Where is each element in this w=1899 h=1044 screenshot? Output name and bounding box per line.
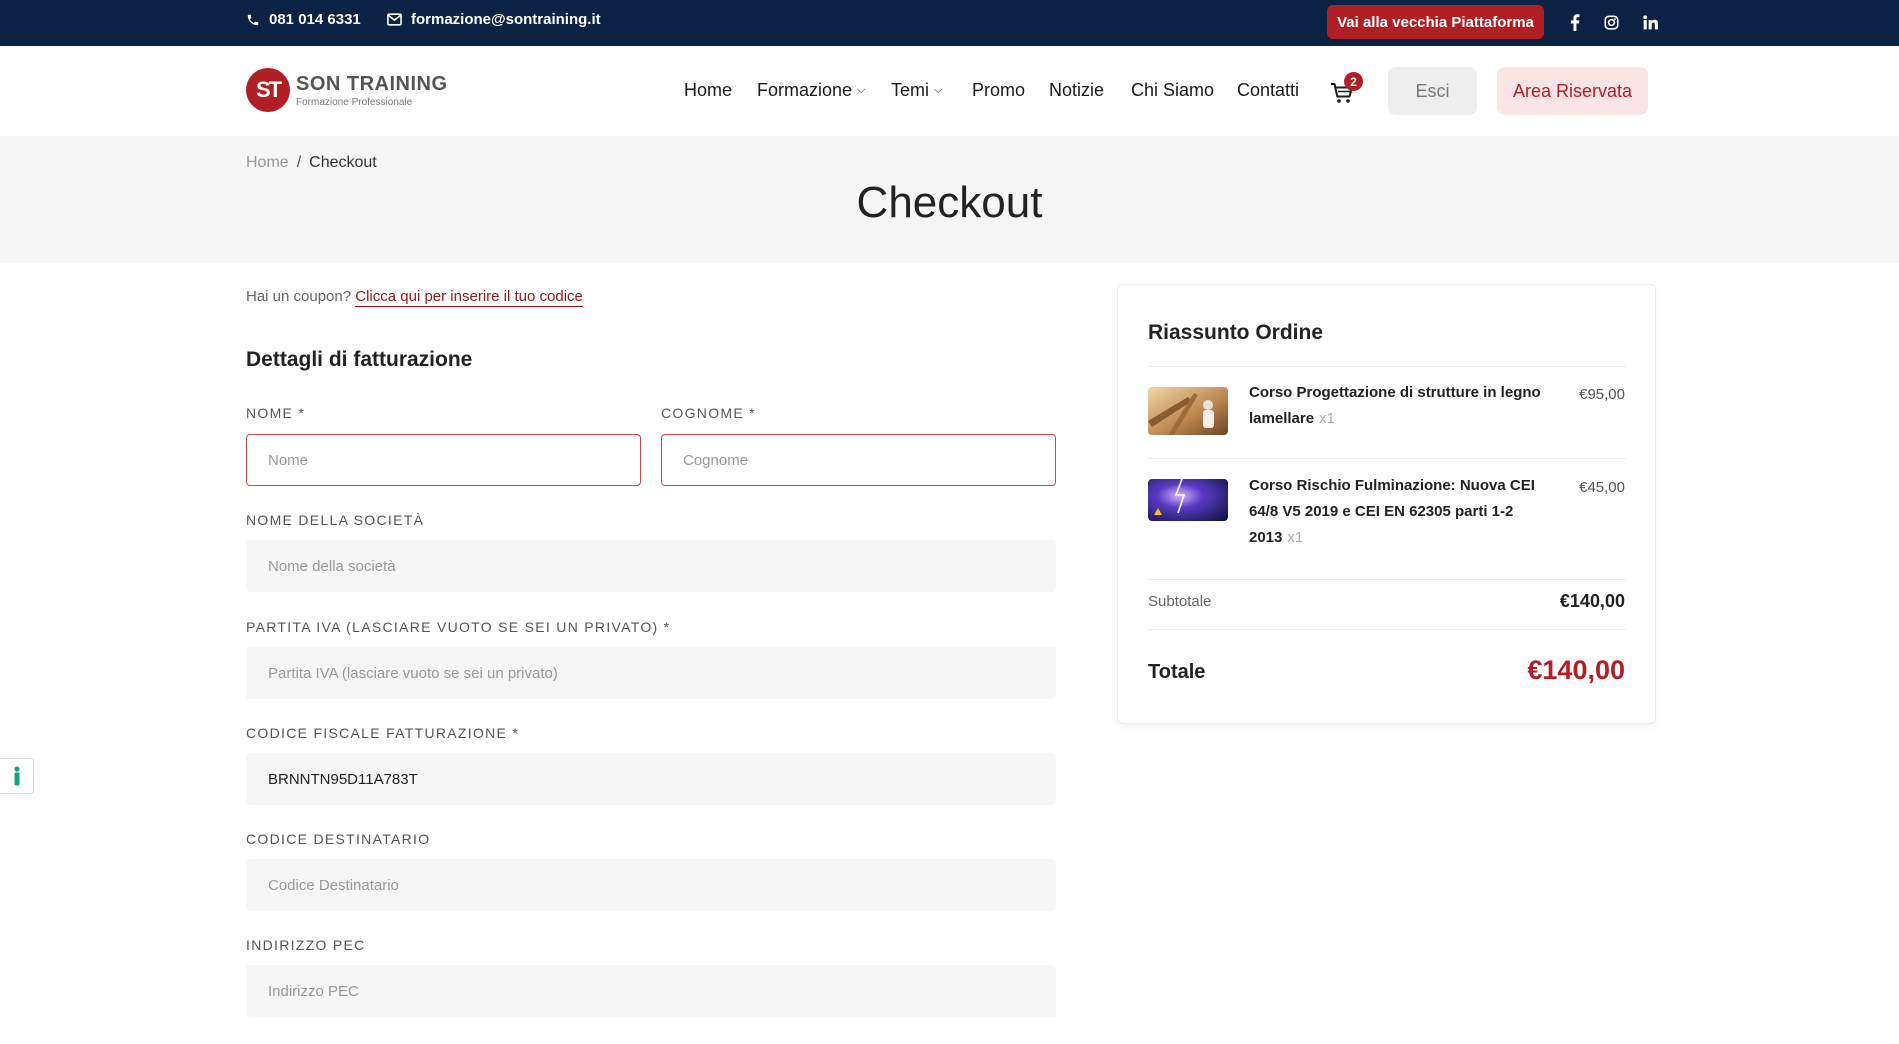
codice-fiscale-label: CODICE FISCALE FATTURAZIONE *: [246, 725, 520, 741]
nav-notizie-label: Notizie: [1049, 80, 1105, 100]
summary-item: Corso Rischio Fulminazione: Nuova CEI 64…: [1249, 473, 1559, 551]
linkedin-icon[interactable]: [1640, 12, 1660, 32]
societa-label: NOME DELLA SOCIETÀ: [246, 512, 425, 528]
piva-input[interactable]: Partita IVA (lasciare vuoto se sei un pr…: [246, 647, 1056, 699]
item-name: Corso Progettazione di strutture in legn…: [1249, 384, 1541, 427]
codice-fiscale-input[interactable]: BRNNTN95D11A783T: [246, 753, 1056, 805]
cognome-label: COGNOME *: [661, 405, 756, 421]
facebook-icon[interactable]: [1565, 12, 1585, 32]
nav-temi[interactable]: Temi ⌵: [891, 80, 942, 101]
breadcrumb-current: Checkout: [309, 154, 377, 171]
site-logo[interactable]: ST SON TRAINING Formazione Professionale: [246, 68, 448, 112]
nav-temi-label: Temi: [891, 80, 930, 100]
item-qty: x1: [1319, 410, 1335, 427]
cognome-input[interactable]: Cognome: [661, 434, 1056, 486]
codice-destinatario-input[interactable]: Codice Destinatario: [246, 859, 1056, 911]
page-title: Checkout: [856, 178, 1043, 227]
nav-contatti-label: Contatti: [1237, 80, 1300, 100]
coupon-text: Hai un coupon?: [246, 288, 352, 305]
order-summary-card: Riassunto Ordine Corso Progettazione di …: [1117, 284, 1656, 724]
codice-destinatario-label: CODICE DESTINATARIO: [246, 831, 431, 847]
nav-home-label: Home: [684, 80, 733, 100]
chevron-down-icon: ⌵: [934, 84, 943, 96]
coupon-link[interactable]: Clicca qui per inserire il tuo codice: [355, 288, 583, 307]
email-link[interactable]: formazione@sontraining.it: [387, 11, 601, 28]
top-bar: 081 014 6331 formazione@sontraining.it V…: [0, 0, 1899, 46]
breadcrumb-separator: /: [296, 154, 302, 171]
piva-label: PARTITA IVA (LASCIARE VUOTO SE SEI UN PR…: [246, 619, 671, 635]
course-thumbnail-fulminazione: [1148, 479, 1228, 521]
subtotal-label: Subtotale: [1148, 593, 1212, 610]
nav-home[interactable]: Home: [684, 80, 732, 101]
nav-chi-siamo-label: Chi Siamo: [1131, 80, 1215, 100]
item-price: €95,00: [1579, 386, 1625, 403]
summary-item: Corso Progettazione di strutture in legn…: [1249, 380, 1559, 432]
email-address: formazione@sontraining.it: [411, 11, 601, 28]
societa-input[interactable]: Nome della società: [246, 540, 1056, 592]
divider: [1148, 366, 1626, 367]
divider: [1148, 579, 1626, 580]
divider: [1148, 629, 1626, 630]
nav-formazione-label: Formazione: [757, 80, 853, 100]
nav-formazione[interactable]: Formazione ⌵: [757, 80, 865, 101]
breadcrumb: Home / Checkout: [246, 154, 377, 172]
nav-promo-label: Promo: [972, 80, 1026, 100]
old-platform-button[interactable]: Vai alla vecchia Piattaforma: [1327, 5, 1544, 39]
nome-label: NOME *: [246, 405, 306, 421]
cart-count-badge: 2: [1344, 72, 1363, 91]
mail-icon: [387, 13, 402, 26]
pec-label: INDIRIZZO PEC: [246, 937, 366, 953]
phone-icon: [247, 14, 259, 25]
phone-number: 081 014 6331: [269, 11, 361, 28]
phone-link[interactable]: 081 014 6331: [246, 11, 361, 28]
nav-notizie[interactable]: Notizie: [1049, 80, 1104, 101]
divider: [1148, 458, 1626, 459]
logo-subtitle: Formazione Professionale: [296, 96, 413, 108]
nav-promo[interactable]: Promo: [972, 80, 1025, 101]
site-header: ST SON TRAINING Formazione Professionale…: [0, 46, 1899, 136]
order-summary-title: Riassunto Ordine: [1148, 321, 1324, 344]
total-value: €140,00: [1527, 655, 1625, 685]
instagram-icon[interactable]: [1601, 12, 1621, 32]
logout-button[interactable]: Esci: [1388, 67, 1477, 115]
page-header-band: Home / Checkout Checkout: [0, 136, 1899, 263]
item-price: €45,00: [1579, 479, 1625, 496]
reserved-area-button[interactable]: Area Riservata: [1497, 67, 1648, 115]
nav-contatti[interactable]: Contatti: [1237, 80, 1299, 101]
logo-title: SON TRAINING: [296, 72, 448, 95]
pec-input[interactable]: Indirizzo PEC: [246, 965, 1056, 1017]
accessibility-tab[interactable]: [0, 758, 34, 794]
subtotal-value: €140,00: [1559, 591, 1625, 611]
coupon-notice: Hai un coupon? Clicca qui per inserire i…: [246, 288, 583, 307]
nav-chi-siamo[interactable]: Chi Siamo: [1131, 80, 1214, 101]
item-qty: x1: [1287, 529, 1304, 546]
logo-mark: ST: [246, 68, 290, 112]
accessibility-icon: [13, 766, 20, 786]
chevron-down-icon: ⌵: [857, 84, 866, 96]
nome-input[interactable]: Nome: [246, 434, 641, 486]
total-label: Totale: [1148, 661, 1206, 683]
course-thumbnail-legno: [1148, 387, 1228, 435]
logo-text: SON TRAINING Formazione Professionale: [296, 73, 448, 108]
breadcrumb-home[interactable]: Home: [246, 154, 289, 171]
billing-title: Dettagli di fatturazione: [246, 348, 473, 371]
